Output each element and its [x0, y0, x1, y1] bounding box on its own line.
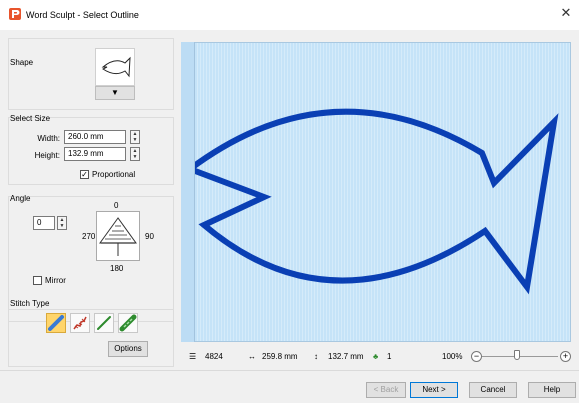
design-canvas[interactable]: [181, 42, 571, 342]
color-count-icon: ♣: [373, 352, 379, 361]
shape-preview[interactable]: [95, 48, 135, 86]
stitch-count-icon: ☰: [189, 352, 197, 361]
select-size-label: Select Size: [10, 114, 51, 123]
stitch-type-label: Stitch Type: [10, 299, 50, 308]
motif-stitch-icon: [119, 314, 137, 332]
angle-label: Angle: [10, 194, 31, 203]
cancel-button[interactable]: Cancel: [469, 382, 517, 398]
width-label: Width:: [37, 134, 60, 143]
status-height: 132.7 mm: [328, 352, 364, 361]
stitch-type-group: [8, 309, 174, 367]
angle-dial-left-label: 270: [82, 232, 96, 241]
blackwork-stitch-icon: [73, 316, 87, 330]
shape-dropdown-button[interactable]: ▼: [95, 86, 135, 100]
blackwork-stitch-button[interactable]: [70, 313, 90, 333]
settings-panel: Shape ▼ Select Size Width: 260.0 mm ▲ ▼ …: [0, 30, 180, 368]
color-count: 1: [387, 352, 392, 361]
proportional-label: Proportional: [92, 170, 136, 179]
angle-input[interactable]: 0: [33, 216, 55, 230]
angle-triangle-icon: [99, 217, 137, 256]
zoom-in-button[interactable]: +: [560, 351, 571, 362]
motif-stitch-button[interactable]: [118, 313, 138, 333]
running-stitch-icon: [97, 316, 111, 330]
spin-down-icon[interactable]: ▼: [58, 223, 66, 229]
next-button[interactable]: Next >: [410, 382, 458, 398]
running-stitch-button[interactable]: [94, 313, 114, 333]
spin-down-icon[interactable]: ▼: [131, 154, 139, 160]
options-button[interactable]: Options: [108, 341, 148, 357]
status-width: 259.8 mm: [262, 352, 298, 361]
fish-outline-preview: [183, 108, 559, 295]
height-label: Height:: [34, 151, 60, 160]
chevron-down-icon: ▼: [111, 88, 119, 97]
mirror-checkbox[interactable]: [33, 276, 42, 285]
window-title: Word Sculpt - Select Outline: [26, 10, 139, 20]
width-arrow-icon: ↔: [248, 352, 256, 361]
stitch-count: 4824: [205, 352, 223, 361]
satin-stitch-button[interactable]: [46, 313, 66, 333]
back-button[interactable]: < Back: [366, 382, 406, 398]
height-spinner[interactable]: ▲ ▼: [130, 147, 140, 161]
title-bar: Word Sculpt - Select Outline ✕: [0, 0, 579, 30]
zoom-slider-track[interactable]: [482, 356, 558, 357]
satin-stitch-icon: [48, 315, 64, 331]
angle-dial[interactable]: [96, 211, 140, 261]
angle-dial-right-label: 90: [145, 232, 154, 241]
height-arrow-icon: ↕: [314, 352, 318, 361]
shape-label: Shape: [10, 58, 34, 67]
height-input[interactable]: 132.9 mm: [64, 147, 126, 161]
zoom-out-button[interactable]: −: [471, 351, 482, 362]
dialog-body: Shape ▼ Select Size Width: 260.0 mm ▲ ▼ …: [0, 30, 579, 403]
close-button[interactable]: ✕: [557, 4, 575, 22]
help-button[interactable]: Help: [528, 382, 576, 398]
app-logo-icon: [9, 8, 21, 20]
footer-separator: [0, 370, 579, 371]
shape-group: [8, 38, 174, 110]
width-spinner[interactable]: ▲ ▼: [130, 130, 140, 144]
angle-dial-top-label: 0: [114, 201, 119, 210]
angle-dial-bottom-label: 180: [110, 264, 124, 273]
proportional-checkbox[interactable]: ✓: [80, 170, 89, 179]
zoom-percent: 100%: [442, 352, 463, 361]
width-input[interactable]: 260.0 mm: [64, 130, 126, 144]
spin-down-icon[interactable]: ▼: [131, 137, 139, 143]
status-bar: ☰ 4824 ↔ 259.8 mm ↕ 132.7 mm ♣ 1 100%: [181, 346, 571, 368]
mirror-label: Mirror: [45, 276, 66, 285]
zoom-slider-thumb[interactable]: [514, 350, 520, 360]
canvas-ruler: [181, 42, 195, 342]
fish-outline-icon: [101, 56, 131, 78]
angle-spinner[interactable]: ▲ ▼: [57, 216, 67, 230]
